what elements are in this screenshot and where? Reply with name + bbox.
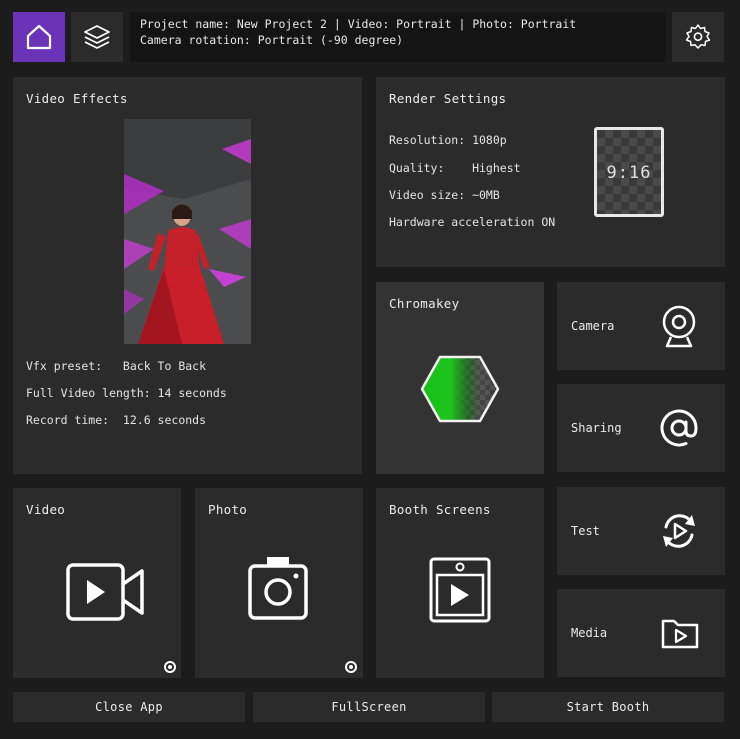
aspect-ratio-preview[interactable]: 9:16 bbox=[594, 127, 664, 217]
test-tile[interactable]: Test bbox=[557, 487, 725, 575]
quality-label: Quality: Highest bbox=[389, 161, 521, 175]
gear-icon bbox=[685, 24, 711, 49]
booth-screen-icon bbox=[429, 557, 491, 623]
photo-mode-tile[interactable]: Photo bbox=[195, 488, 363, 678]
chromakey-icon bbox=[420, 355, 500, 423]
photo-mode-selected-indicator bbox=[345, 661, 357, 673]
layers-icon bbox=[84, 25, 110, 49]
home-button[interactable] bbox=[13, 12, 65, 62]
video-mode-tile[interactable]: Video bbox=[13, 488, 181, 678]
booth-screens-tile[interactable]: Booth Screens bbox=[376, 488, 544, 678]
resolution-label: Resolution: 1080p bbox=[389, 133, 507, 147]
booth-screens-title: Booth Screens bbox=[389, 502, 491, 517]
video-length-label: Full Video length: 14 seconds bbox=[26, 386, 227, 400]
video-mode-title: Video bbox=[26, 502, 66, 517]
fullscreen-button[interactable]: FullScreen bbox=[253, 692, 485, 722]
sharing-tile[interactable]: Sharing bbox=[557, 384, 725, 472]
vfx-preset-label: Vfx preset: Back To Back bbox=[26, 359, 207, 373]
chromakey-title: Chromakey bbox=[389, 296, 460, 311]
photo-mode-title: Photo bbox=[208, 502, 248, 517]
project-info-bar: Project name: New Project 2 | Video: Por… bbox=[130, 12, 665, 62]
aspect-ratio-label: 9:16 bbox=[606, 163, 652, 183]
hw-accel-label: Hardware acceleration ON bbox=[389, 215, 556, 229]
at-sign-icon bbox=[660, 409, 698, 447]
video-camera-icon bbox=[66, 563, 144, 621]
camera-tile[interactable]: Camera bbox=[557, 282, 725, 370]
start-booth-button[interactable]: Start Booth bbox=[492, 692, 724, 722]
camera-rotation-info: Camera rotation: Portrait (-90 degree) bbox=[140, 33, 404, 47]
close-app-button[interactable]: Close App bbox=[13, 692, 245, 722]
photo-camera-icon bbox=[248, 557, 308, 620]
media-tile[interactable]: Media bbox=[557, 589, 725, 677]
video-mode-selected-indicator bbox=[164, 661, 176, 673]
camera-label: Camera bbox=[571, 319, 615, 333]
test-label: Test bbox=[571, 524, 600, 538]
webcam-icon bbox=[662, 305, 696, 348]
preview-image bbox=[124, 119, 251, 344]
home-icon bbox=[26, 24, 52, 50]
layers-button[interactable] bbox=[71, 12, 123, 62]
project-info-line: Project name: New Project 2 | Video: Por… bbox=[140, 17, 577, 31]
video-effects-title: Video Effects bbox=[26, 91, 128, 106]
replay-icon bbox=[663, 514, 695, 548]
sharing-label: Sharing bbox=[571, 421, 622, 435]
video-size-label: Video size: ~0MB bbox=[389, 188, 500, 202]
video-effects-panel[interactable]: Video Effects Vfx preset: Back To Back F… bbox=[13, 77, 362, 474]
record-time-label: Record time: 12.6 seconds bbox=[26, 413, 207, 427]
chromakey-panel[interactable]: Chromakey bbox=[376, 282, 544, 474]
render-settings-panel[interactable]: Render Settings Resolution: 1080p Qualit… bbox=[376, 77, 725, 267]
folder-play-icon bbox=[661, 619, 699, 649]
render-settings-title: Render Settings bbox=[389, 91, 507, 106]
media-label: Media bbox=[571, 626, 608, 640]
settings-button[interactable] bbox=[672, 12, 724, 62]
video-effect-preview[interactable] bbox=[124, 119, 251, 344]
